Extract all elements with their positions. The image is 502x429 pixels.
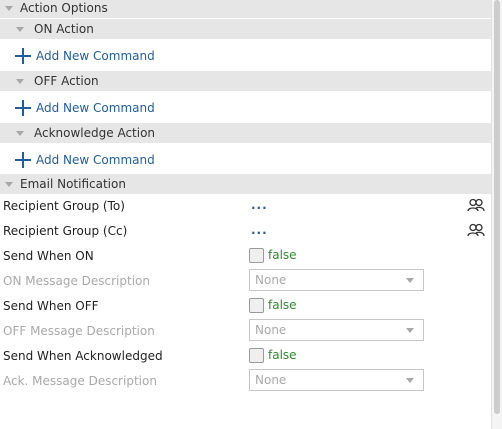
add-on-command-button[interactable]: Add New Command — [0, 40, 491, 72]
section-title: Action Options — [20, 1, 108, 15]
prop-label: Recipient Group (Cc) — [3, 224, 128, 238]
select-value: None — [255, 273, 287, 287]
plus-icon — [15, 100, 31, 116]
prop-send-when-on: Send When ON false — [0, 244, 491, 269]
prop-recipient-cc: Recipient Group (Cc) ... — [0, 219, 491, 244]
recipient-cc-browse-button[interactable]: ... — [251, 223, 268, 237]
section-action-options[interactable]: Action Options — [0, 0, 491, 18]
prop-ack-message-description: Ack. Message Description None — [0, 369, 491, 394]
section-on-action[interactable]: ON Action — [0, 19, 491, 39]
prop-off-message-description: OFF Message Description None — [0, 319, 491, 344]
recipient-to-browse-button[interactable]: ... — [251, 198, 268, 212]
prop-recipient-to: Recipient Group (To) ... — [0, 194, 491, 219]
add-ack-command-button[interactable]: Add New Command — [0, 144, 491, 176]
prop-on-message-description: ON Message Description None — [0, 269, 491, 294]
expand-triangle-icon[interactable] — [16, 26, 24, 32]
prop-label: Ack. Message Description — [3, 374, 157, 388]
off-message-select[interactable]: None — [249, 319, 424, 341]
prop-label: ON Message Description — [3, 274, 150, 288]
send-when-off-checkbox[interactable] — [249, 298, 264, 313]
add-command-label: Add New Command — [36, 49, 155, 63]
plus-icon — [15, 48, 31, 64]
user-group-icon[interactable] — [467, 198, 485, 215]
user-group-icon[interactable] — [467, 223, 485, 240]
send-when-on-value: false — [268, 248, 297, 262]
send-when-acknowledged-checkbox[interactable] — [249, 348, 264, 363]
expand-triangle-icon[interactable] — [5, 181, 13, 187]
expand-triangle-icon[interactable] — [5, 5, 13, 11]
chevron-down-icon — [406, 328, 414, 333]
on-message-select[interactable]: None — [249, 269, 424, 291]
expand-triangle-icon[interactable] — [16, 78, 24, 84]
add-off-command-button[interactable]: Add New Command — [0, 92, 491, 124]
prop-label: Send When Acknowledged — [3, 349, 163, 363]
send-when-on-checkbox[interactable] — [249, 248, 264, 263]
prop-send-when-acknowledged: Send When Acknowledged false — [0, 344, 491, 369]
scrollbar-thumb[interactable] — [494, 0, 500, 414]
plus-icon — [15, 152, 31, 168]
section-acknowledge-action[interactable]: Acknowledge Action — [0, 123, 491, 143]
send-when-off-value: false — [268, 298, 297, 312]
section-off-action[interactable]: OFF Action — [0, 71, 491, 91]
send-when-acknowledged-value: false — [268, 348, 297, 362]
add-command-label: Add New Command — [36, 153, 155, 167]
prop-label: Send When OFF — [3, 299, 99, 313]
select-value: None — [255, 373, 287, 387]
expand-triangle-icon[interactable] — [16, 130, 24, 136]
property-panel: Action Options ON Action Add New Command… — [0, 0, 491, 429]
section-title: ON Action — [34, 22, 94, 36]
section-email-notification[interactable]: Email Notification — [0, 174, 491, 194]
add-command-label: Add New Command — [36, 101, 155, 115]
chevron-down-icon — [406, 378, 414, 383]
prop-label: OFF Message Description — [3, 324, 155, 338]
section-title: OFF Action — [34, 74, 99, 88]
section-title: Email Notification — [20, 177, 126, 191]
ack-message-select[interactable]: None — [249, 369, 424, 391]
prop-label: Send When ON — [3, 249, 94, 263]
prop-send-when-off: Send When OFF false — [0, 294, 491, 319]
prop-label: Recipient Group (To) — [3, 199, 125, 213]
chevron-down-icon — [406, 278, 414, 283]
section-title: Acknowledge Action — [34, 126, 156, 140]
select-value: None — [255, 323, 287, 337]
vertical-scrollbar[interactable] — [491, 0, 502, 429]
